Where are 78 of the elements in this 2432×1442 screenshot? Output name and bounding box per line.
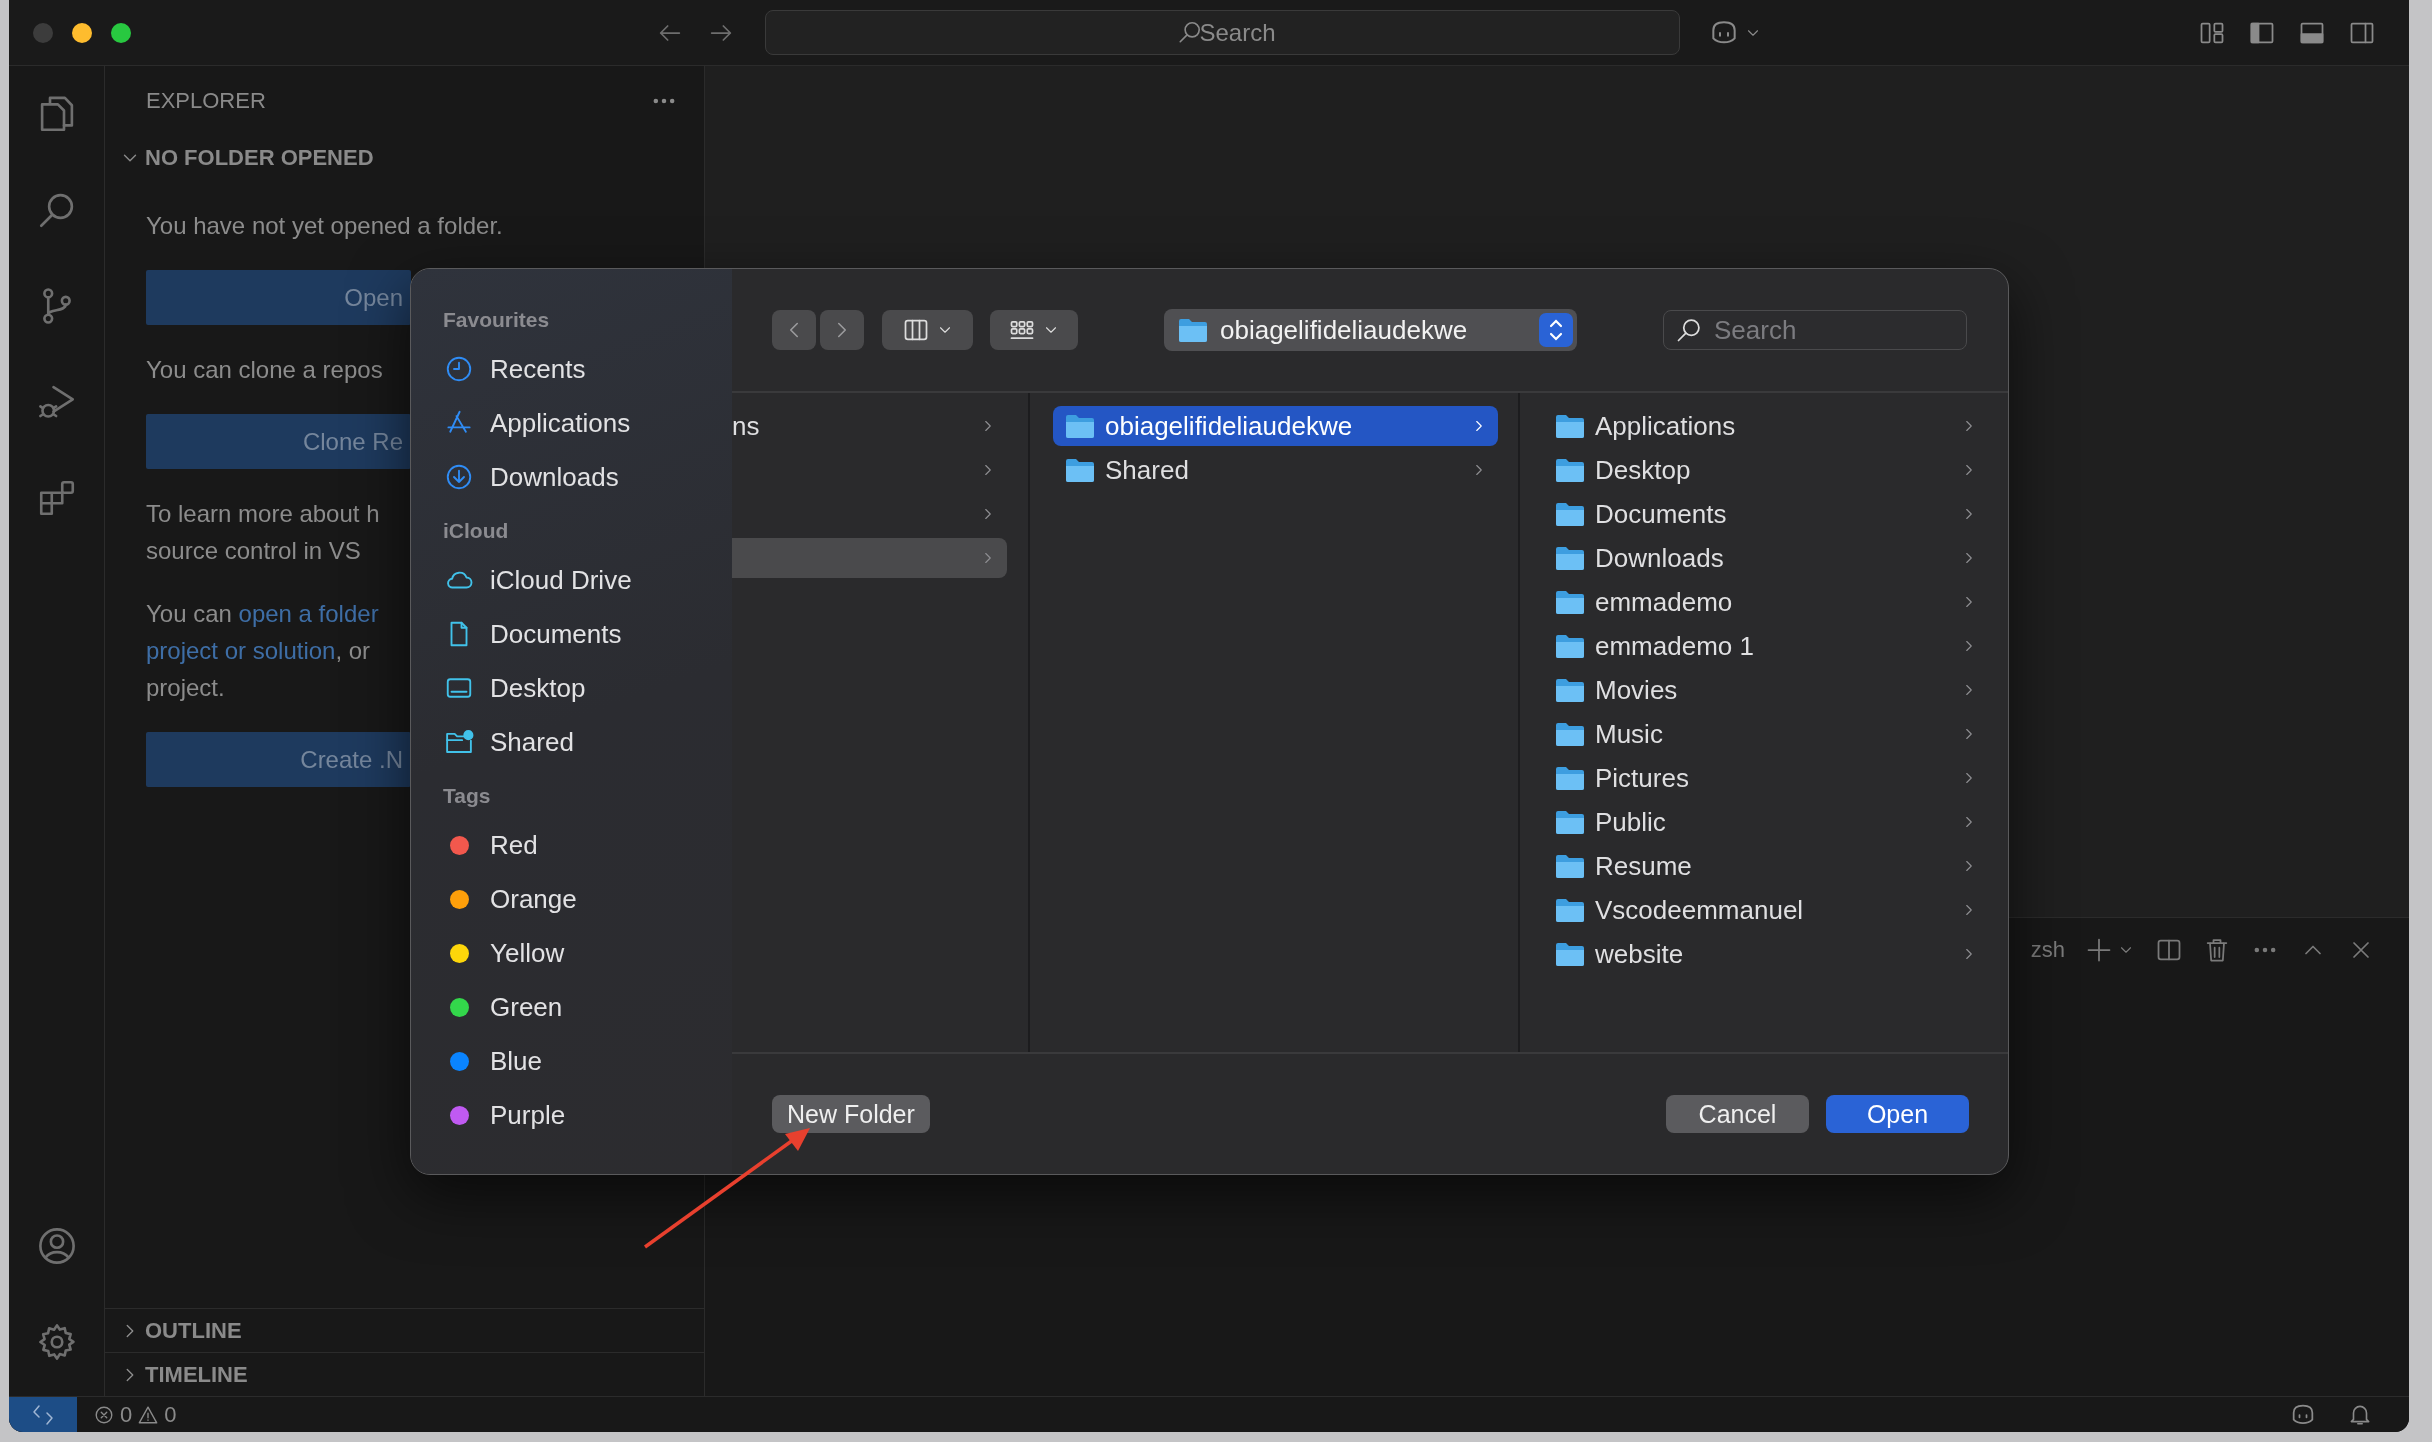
folder-icon	[1555, 809, 1585, 835]
dialog-button[interactable]: New Folder	[772, 1095, 930, 1133]
folder-row[interactable]: Public	[1543, 802, 1988, 842]
folder-icon	[1178, 317, 1208, 343]
folder-icon	[1555, 633, 1585, 659]
forward-button[interactable]	[820, 310, 864, 350]
search-icon	[1177, 19, 1203, 45]
folder-row[interactable]: Shared	[1053, 450, 1498, 490]
folder-row[interactable]: Downloads	[1543, 538, 1988, 578]
folder-row[interactable]: Vscodeemmanuel	[1543, 890, 1988, 930]
sidebar-item[interactable]: Purple	[411, 1088, 732, 1142]
search-icon	[1675, 316, 1703, 344]
folder-icon	[1555, 501, 1585, 527]
folder-icon	[1555, 413, 1585, 439]
warning-count[interactable]: 0	[164, 1401, 177, 1428]
message-text: You have not yet opened a folder.	[146, 211, 503, 241]
folder-row[interactable]: Resume	[1543, 846, 1988, 886]
message-text: You can open a folder project or solution, or project.	[146, 599, 379, 703]
download-icon	[444, 462, 474, 492]
folder-icon	[1555, 853, 1585, 879]
sidebar-item[interactable]: Recents	[411, 342, 732, 396]
folder-row[interactable]: Applications	[1543, 406, 1988, 446]
search-field[interactable]: Search	[1663, 310, 1967, 350]
folder-row[interactable]: emmademo 1	[1543, 626, 1988, 666]
location-popup[interactable]: obiagelifideliaudekwe	[1164, 309, 1577, 351]
folder-icon	[1065, 457, 1095, 483]
zoom-button[interactable]	[111, 22, 131, 43]
message-text: You can clone a repos	[146, 355, 383, 385]
folder-row[interactable]: Desktop	[1543, 450, 1988, 490]
folder-row[interactable]: ns	[732, 406, 1007, 446]
sidebar-item[interactable]: Blue	[411, 1034, 732, 1088]
clock-icon	[444, 354, 474, 384]
message-text: To learn more about h source control in VS	[146, 499, 380, 566]
folder-icon	[1555, 765, 1585, 791]
sidebar-item[interactable]: Red	[411, 818, 732, 872]
explorer-title: EXPLORER	[146, 88, 266, 114]
sidebar-heading: Favourites	[442, 307, 551, 333]
section-header[interactable]: OUTLINE	[105, 1308, 704, 1352]
sidebar-item[interactable]: Orange	[411, 872, 732, 926]
icon-view-button[interactable]	[990, 310, 1078, 350]
folder-icon	[1065, 413, 1095, 439]
folder-icon	[1555, 457, 1585, 483]
remote-icon	[31, 1402, 55, 1427]
folder-row[interactable]: Pictures	[1543, 758, 1988, 798]
folder-icon	[1555, 721, 1585, 747]
sidebar-item[interactable]: Documents	[411, 607, 732, 661]
sidebar-item[interactable]: Shared	[411, 715, 732, 769]
sidebar-item[interactable]: Applications	[411, 396, 732, 450]
error-count[interactable]: 0	[120, 1401, 133, 1428]
sidebar-item[interactable]: Downloads	[411, 450, 732, 504]
remote-button[interactable]	[9, 1397, 77, 1432]
folder-icon	[1555, 677, 1585, 703]
search-field[interactable]: Search	[765, 10, 1680, 55]
folder-row[interactable]: obiagelifideliaudekwe	[1053, 406, 1498, 446]
back-button[interactable]	[772, 310, 816, 350]
dialog-button[interactable]: Open	[1826, 1095, 1969, 1133]
stepper-icon	[1539, 313, 1573, 347]
folder-row[interactable]: Movies	[1543, 670, 1988, 710]
sidebar-heading: iCloud	[442, 518, 510, 544]
minimize-button[interactable]	[72, 22, 92, 43]
folder-icon	[1555, 545, 1585, 571]
folder-row[interactable]: emmademo	[1543, 582, 1988, 622]
plus-icon[interactable]	[2085, 936, 2113, 964]
terminal-name[interactable]: zsh	[2030, 937, 2065, 963]
section-header[interactable]: NO FOLDER OPENED	[105, 136, 704, 180]
dialog-button[interactable]: Cancel	[1666, 1095, 1809, 1133]
sidebar-item[interactable]: Desktop	[411, 661, 732, 715]
folder-row[interactable]: Documents	[1543, 494, 1988, 534]
sidebar-heading: Tags	[442, 783, 492, 809]
folder-icon	[1555, 941, 1585, 967]
folder-icon	[1555, 589, 1585, 615]
sidebar-item[interactable]: iCloud Drive	[411, 553, 732, 607]
column-view-button[interactable]	[882, 310, 973, 350]
sidebar-item[interactable]: Green	[411, 980, 732, 1034]
folder-row[interactable]: Music	[1543, 714, 1988, 754]
folder-row[interactable]: website	[1543, 934, 1988, 974]
sidebar-item[interactable]: Yellow	[411, 926, 732, 980]
folder-icon	[1555, 897, 1585, 923]
